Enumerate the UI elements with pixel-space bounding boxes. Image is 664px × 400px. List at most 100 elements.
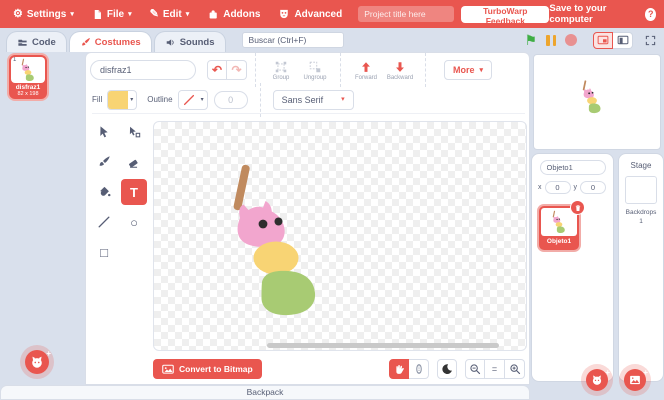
- normal-stage-icon: [617, 35, 628, 45]
- reshape-tool[interactable]: [121, 119, 147, 145]
- forward-button[interactable]: Forward: [349, 60, 383, 81]
- costume-list-item[interactable]: 1 disfraz1 82 x 198: [9, 55, 47, 99]
- backpack-bar[interactable]: Backpack: [0, 385, 530, 400]
- delete-sprite-button[interactable]: [570, 200, 585, 215]
- pencil-icon: ✎: [149, 7, 159, 20]
- backward-button[interactable]: Backward: [383, 60, 417, 81]
- normal-stage-button[interactable]: [613, 31, 633, 49]
- undo-button[interactable]: ↶: [207, 60, 227, 80]
- fullscreen-button[interactable]: [641, 32, 659, 49]
- costume-size-label: 82 x 198: [17, 91, 39, 97]
- file-icon: [94, 9, 101, 19]
- backdrop-thumbnail[interactable]: [625, 176, 657, 204]
- redo-button[interactable]: ↷: [227, 60, 247, 80]
- stage-selector[interactable]: Stage Backdrops 1: [618, 153, 664, 382]
- line-tool[interactable]: [91, 209, 117, 235]
- zoom-reset-button[interactable]: =: [485, 359, 505, 379]
- tab-code[interactable]: Code: [6, 31, 67, 52]
- brush-tool[interactable]: [91, 149, 117, 175]
- x-input[interactable]: [544, 181, 571, 194]
- dango-drawing[interactable]: [230, 160, 322, 322]
- outline-label: Outline: [147, 95, 173, 104]
- zoom-out-button[interactable]: [465, 359, 485, 379]
- help-button[interactable]: ?: [645, 7, 657, 21]
- speaker-icon: [165, 38, 174, 46]
- paint-canvas[interactable]: [153, 121, 527, 351]
- costume-preview-image: [21, 58, 34, 81]
- costume-name-label: disfraz1: [15, 84, 41, 91]
- puzzle-icon: [209, 10, 217, 19]
- tool-palette: T ○ □: [91, 119, 147, 265]
- fill-tool[interactable]: [91, 179, 117, 205]
- stop-icon[interactable]: [565, 34, 577, 46]
- hand-pan-button[interactable]: [389, 359, 409, 379]
- group-button[interactable]: Group: [264, 60, 298, 81]
- fullscreen-icon: [645, 35, 655, 45]
- zoom-out-icon: [470, 364, 481, 375]
- zoom-in-button[interactable]: [505, 359, 525, 379]
- stage-preview[interactable]: [533, 54, 661, 150]
- feedback-button[interactable]: TurboWarp Feedback: [461, 5, 550, 26]
- add-sprite-button[interactable]: +: [586, 368, 610, 391]
- code-blocks-icon: [18, 39, 27, 46]
- menu-file[interactable]: File ▾: [83, 0, 141, 28]
- fill-color-swatch: [108, 90, 129, 109]
- tab-sounds[interactable]: Sounds: [153, 31, 226, 52]
- rectangle-tool-icon: □: [100, 244, 108, 260]
- eraser-icon: [128, 158, 139, 169]
- eraser-tool[interactable]: [121, 149, 147, 175]
- ungroup-button[interactable]: Ungroup: [298, 60, 332, 81]
- circle-tool[interactable]: ○: [121, 209, 147, 235]
- green-flag-icon[interactable]: ⚑: [524, 33, 537, 47]
- mask-icon: [280, 9, 289, 19]
- reshape-icon: [129, 126, 141, 138]
- zoom-in-icon: [509, 364, 520, 375]
- save-to-computer-link[interactable]: Save to your computer: [549, 3, 633, 25]
- plus-icon: +: [46, 349, 51, 358]
- y-input[interactable]: [580, 181, 606, 194]
- zoom-controls: =: [465, 359, 525, 379]
- sprite-name-input[interactable]: [539, 160, 606, 175]
- pause-icon[interactable]: [546, 34, 556, 46]
- sprite-on-stage[interactable]: [582, 79, 602, 115]
- brush-icon: [99, 156, 110, 166]
- paint-style-row: Fill ▾ Outline ▾ Sans Serif ▾: [92, 82, 525, 117]
- redo-icon: ↷: [231, 63, 242, 77]
- y-label: y: [573, 184, 578, 191]
- fill-color-picker[interactable]: ▾: [107, 89, 138, 110]
- add-costume-button[interactable]: +: [25, 349, 51, 374]
- dark-mode-button[interactable]: [437, 359, 457, 379]
- tab-bar: Code Costumes Sounds ⚑: [0, 28, 664, 52]
- more-button[interactable]: More ▾: [444, 60, 493, 80]
- text-tool[interactable]: T: [121, 179, 147, 205]
- chevron-down-icon: ▾: [200, 96, 204, 103]
- select-tool[interactable]: [91, 119, 117, 145]
- chevron-down-icon: ▾: [185, 10, 190, 18]
- x-label: x: [538, 184, 542, 191]
- chevron-down-icon: ▾: [479, 66, 484, 74]
- rectangle-tool[interactable]: □: [91, 239, 117, 265]
- tab-costumes[interactable]: Costumes: [68, 31, 152, 52]
- small-stage-button[interactable]: [593, 31, 613, 49]
- menu-edit[interactable]: ✎ Edit ▾: [141, 0, 199, 28]
- convert-to-bitmap-button[interactable]: Convert to Bitmap: [153, 359, 262, 379]
- outline-width-input[interactable]: [213, 90, 248, 109]
- search-input[interactable]: [241, 32, 344, 48]
- paint-bucket-icon: [100, 186, 111, 197]
- menu-bar: ⚙ Settings ▾ File ▾ ✎ Edit ▾ Addons Adva…: [0, 0, 664, 28]
- no-outline-icon: [183, 94, 194, 105]
- font-dropdown[interactable]: Sans Serif ▾: [272, 89, 354, 110]
- sprite-list-item[interactable]: Objeto1: [539, 200, 585, 250]
- menu-advanced[interactable]: Advanced: [269, 0, 351, 28]
- project-title-input[interactable]: [358, 6, 455, 22]
- canvas-horizontal-scrollbar[interactable]: [267, 343, 499, 348]
- outline-color-picker[interactable]: ▾: [177, 89, 208, 110]
- add-backdrop-button[interactable]: +: [624, 368, 648, 391]
- touch-mode-button[interactable]: [409, 359, 429, 379]
- arrow-up-icon: [362, 61, 370, 72]
- paint-bottom-bar: Convert to Bitmap =: [153, 356, 525, 382]
- plus-icon: +: [643, 368, 648, 377]
- costume-name-input[interactable]: [90, 60, 196, 80]
- menu-addons[interactable]: Addons: [198, 0, 269, 28]
- menu-settings[interactable]: ⚙ Settings ▾: [4, 0, 83, 28]
